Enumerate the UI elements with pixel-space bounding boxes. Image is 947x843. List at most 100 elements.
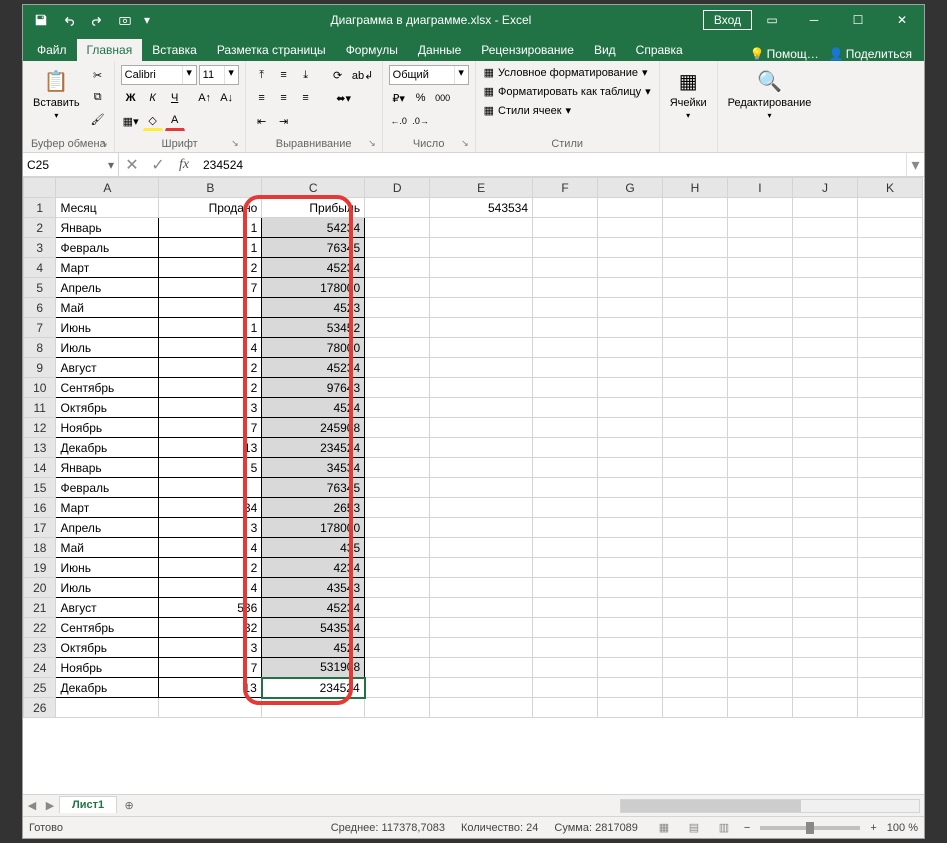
cell[interactable] [430, 438, 533, 458]
cell[interactable]: 13 [159, 678, 262, 698]
cell[interactable] [365, 438, 430, 458]
cell[interactable]: Октябрь [56, 638, 159, 658]
cell[interactable] [792, 618, 857, 638]
enter-formula-icon[interactable]: ✓ [145, 155, 171, 175]
row-header-4[interactable]: 4 [24, 258, 56, 278]
ribbon-tab-главная[interactable]: Главная [77, 39, 143, 61]
decrease-indent-icon[interactable]: ⇤ [252, 111, 272, 131]
font-size-combo[interactable]: ▾ [199, 65, 239, 85]
cell[interactable] [857, 658, 922, 678]
cell[interactable]: Сентябрь [56, 378, 159, 398]
cell[interactable] [598, 218, 663, 238]
cell[interactable] [430, 698, 533, 718]
cell[interactable] [857, 278, 922, 298]
dialog-launcher-icon[interactable]: ↘ [231, 138, 239, 149]
cell[interactable] [598, 618, 663, 638]
copy-icon[interactable]: ⧉ [88, 87, 108, 107]
accounting-format-icon[interactable]: ₽▾ [389, 88, 409, 108]
cancel-formula-icon[interactable]: ✕ [119, 155, 145, 175]
cell[interactable] [430, 538, 533, 558]
italic-button[interactable]: К [143, 88, 163, 108]
cell[interactable] [663, 198, 728, 218]
cell[interactable] [663, 638, 728, 658]
cell[interactable] [663, 258, 728, 278]
cell[interactable] [857, 678, 922, 698]
row-header-17[interactable]: 17 [24, 518, 56, 538]
cell[interactable]: 1 [159, 318, 262, 338]
cell[interactable] [598, 458, 663, 478]
cell[interactable] [598, 438, 663, 458]
cell[interactable] [598, 678, 663, 698]
cell[interactable] [533, 218, 598, 238]
row-header-19[interactable]: 19 [24, 558, 56, 578]
cell[interactable] [857, 558, 922, 578]
cell[interactable] [727, 638, 792, 658]
format-painter-icon[interactable]: 🖌 [88, 109, 108, 129]
cell[interactable] [159, 698, 262, 718]
cell[interactable] [365, 538, 430, 558]
cell[interactable]: 3 [159, 398, 262, 418]
cell[interactable] [792, 518, 857, 538]
cell[interactable] [598, 638, 663, 658]
cell[interactable] [365, 578, 430, 598]
cell[interactable]: Ноябрь [56, 418, 159, 438]
cell[interactable] [365, 338, 430, 358]
cell[interactable] [727, 498, 792, 518]
cell[interactable] [365, 378, 430, 398]
merge-cells-icon[interactable]: ⬌▾ [328, 88, 360, 108]
row-header-15[interactable]: 15 [24, 478, 56, 498]
cell[interactable] [663, 438, 728, 458]
cell[interactable]: Октябрь [56, 398, 159, 418]
cell[interactable] [365, 198, 430, 218]
cell[interactable] [727, 358, 792, 378]
cell[interactable] [598, 478, 663, 498]
cell[interactable]: 543534 [262, 618, 365, 638]
orientation-icon[interactable]: ⟳ [328, 65, 348, 85]
cell[interactable] [727, 618, 792, 638]
cell[interactable] [430, 398, 533, 418]
cell[interactable] [663, 398, 728, 418]
wrap-text-icon[interactable]: ab↲ [350, 65, 376, 85]
cell[interactable] [792, 698, 857, 718]
cell[interactable] [727, 198, 792, 218]
cell[interactable] [598, 498, 663, 518]
cell[interactable] [598, 578, 663, 598]
cell[interactable] [598, 238, 663, 258]
cell[interactable] [533, 598, 598, 618]
cell[interactable]: 4 [159, 338, 262, 358]
cell[interactable]: Август [56, 358, 159, 378]
percent-format-icon[interactable]: % [411, 88, 431, 108]
cell[interactable] [533, 538, 598, 558]
cell[interactable] [430, 358, 533, 378]
cell[interactable] [727, 258, 792, 278]
cell[interactable] [727, 318, 792, 338]
cell[interactable]: 7 [159, 278, 262, 298]
cell[interactable] [792, 558, 857, 578]
align-left-icon[interactable]: ≡ [252, 88, 272, 108]
cell[interactable] [792, 318, 857, 338]
cell[interactable] [792, 418, 857, 438]
cell[interactable]: 7 [159, 418, 262, 438]
camera-icon[interactable] [113, 8, 137, 32]
cell[interactable] [663, 538, 728, 558]
cell[interactable] [857, 478, 922, 498]
cell[interactable] [857, 298, 922, 318]
row-header-2[interactable]: 2 [24, 218, 56, 238]
ribbon-tab-формулы[interactable]: Формулы [336, 39, 408, 61]
cell[interactable] [792, 498, 857, 518]
normal-view-icon[interactable]: ▦ [654, 820, 674, 836]
cell[interactable] [727, 678, 792, 698]
cell[interactable]: 531908 [262, 658, 365, 678]
cell[interactable] [792, 478, 857, 498]
cell[interactable] [727, 278, 792, 298]
cell[interactable]: 2653 [262, 498, 365, 518]
cell[interactable] [857, 518, 922, 538]
cell[interactable] [727, 378, 792, 398]
row-header-5[interactable]: 5 [24, 278, 56, 298]
cell[interactable]: 234524 [262, 678, 365, 698]
cell[interactable] [792, 218, 857, 238]
cell[interactable] [533, 518, 598, 538]
cell[interactable] [663, 338, 728, 358]
editing-button[interactable]: 🔍 Редактирование▾ [724, 65, 816, 122]
underline-button[interactable]: Ч [165, 88, 185, 108]
